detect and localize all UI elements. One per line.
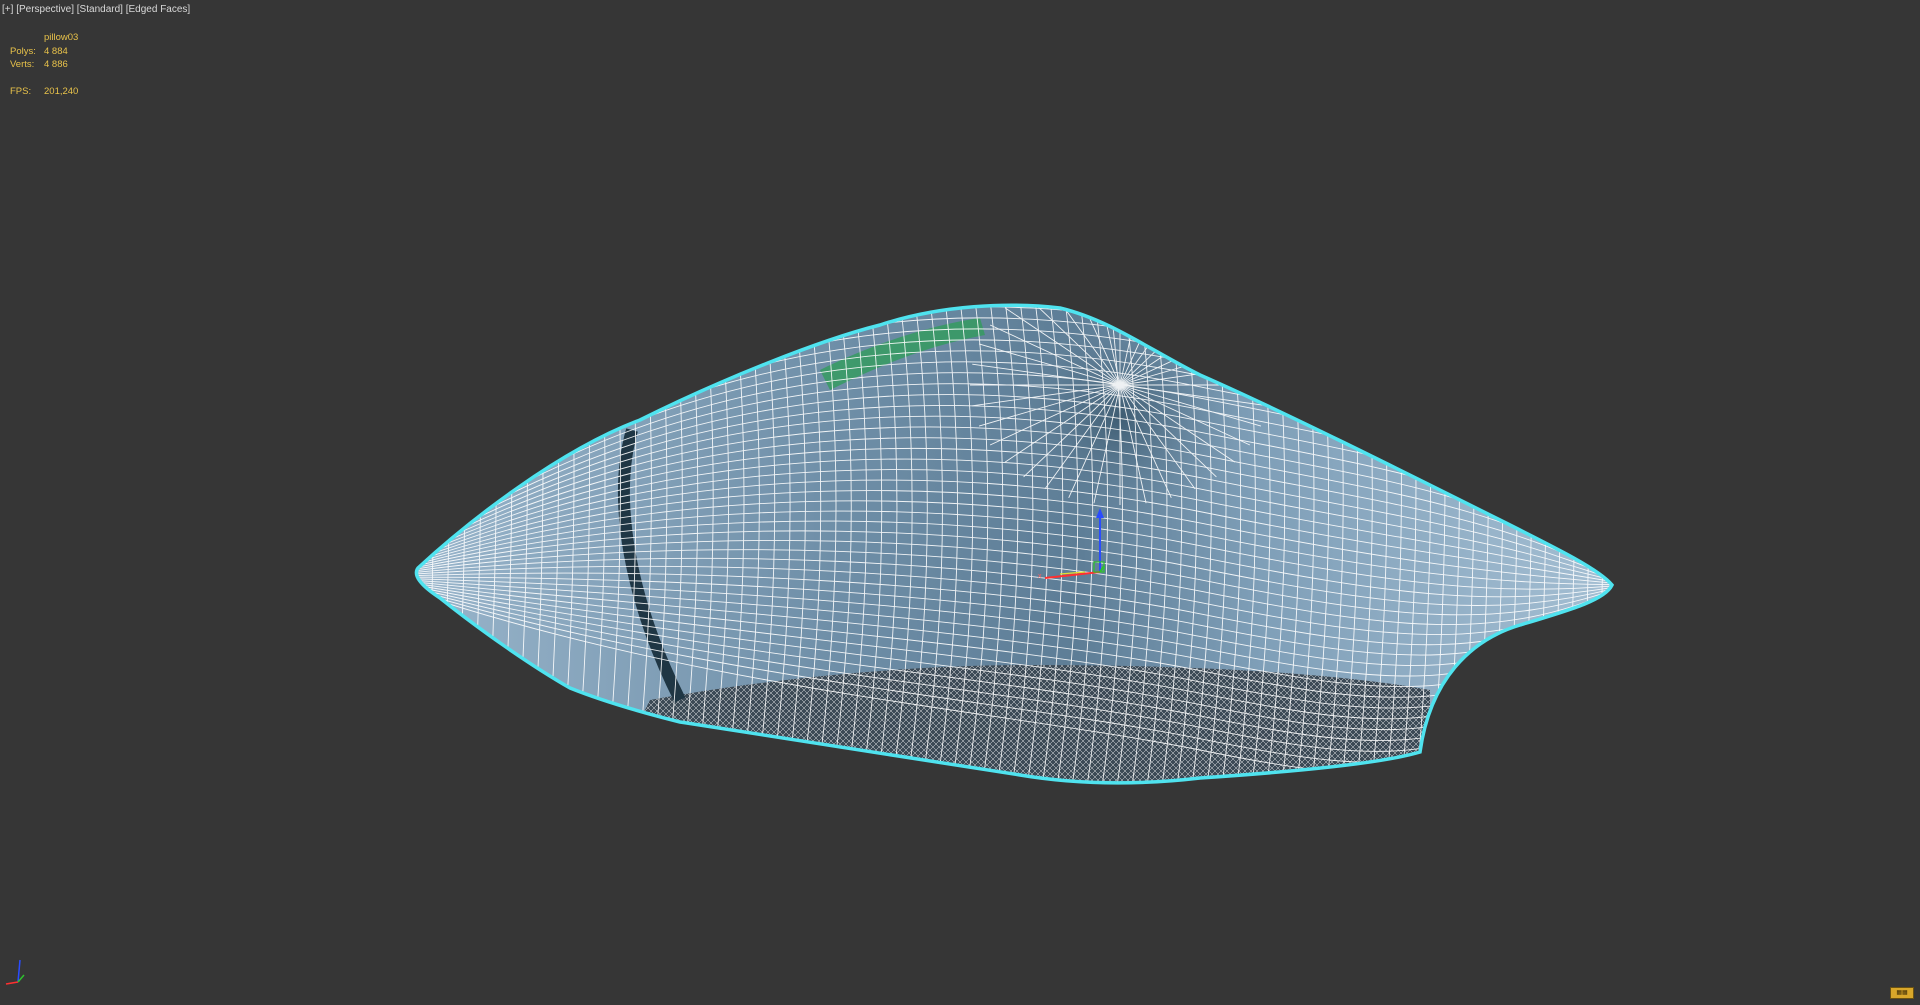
wire-edge (1579, 305, 1591, 783)
polys-label: Polys: (10, 45, 36, 57)
verts-value: 4 886 (44, 59, 68, 70)
svg-text:x: x (1038, 573, 1042, 580)
viewport-scene[interactable]: x (0, 0, 1920, 1005)
viewport-statistics: pillow03 Polys: 4 884 Verts: 4 886 FPS: … (10, 31, 78, 99)
fps-label: FPS: (10, 86, 32, 97)
viewport-label-menu[interactable]: [+] [Perspective] [Standard] [Edged Face… (2, 4, 190, 15)
pillow-mesh[interactable] (400, 265, 1630, 800)
wire-edge (1594, 305, 1606, 783)
object-name: pillow03 (44, 32, 79, 43)
viewport-shading-menu[interactable]: [Standard] (77, 4, 123, 15)
wire-edge (416, 305, 421, 783)
wire-edge (424, 305, 436, 783)
viewport-general-menu[interactable]: [+] (2, 4, 13, 15)
verts-label: Verts: (10, 59, 35, 70)
polys-value: 4 884 (44, 45, 68, 57)
perspective-viewport[interactable]: x [+] [Perspective] [Standard] [Edged Fa… (0, 0, 1920, 1005)
viewport-layout-icon[interactable]: ▦▦ (1890, 987, 1914, 999)
wire-edge (1564, 305, 1577, 783)
viewport-point-of-view-menu[interactable]: [Perspective] (16, 4, 74, 15)
fps-value: 201,240 (44, 86, 79, 97)
axis-tripod-icon (5, 959, 25, 985)
viewport-edged-faces-menu[interactable]: [Edged Faces] (126, 4, 190, 15)
